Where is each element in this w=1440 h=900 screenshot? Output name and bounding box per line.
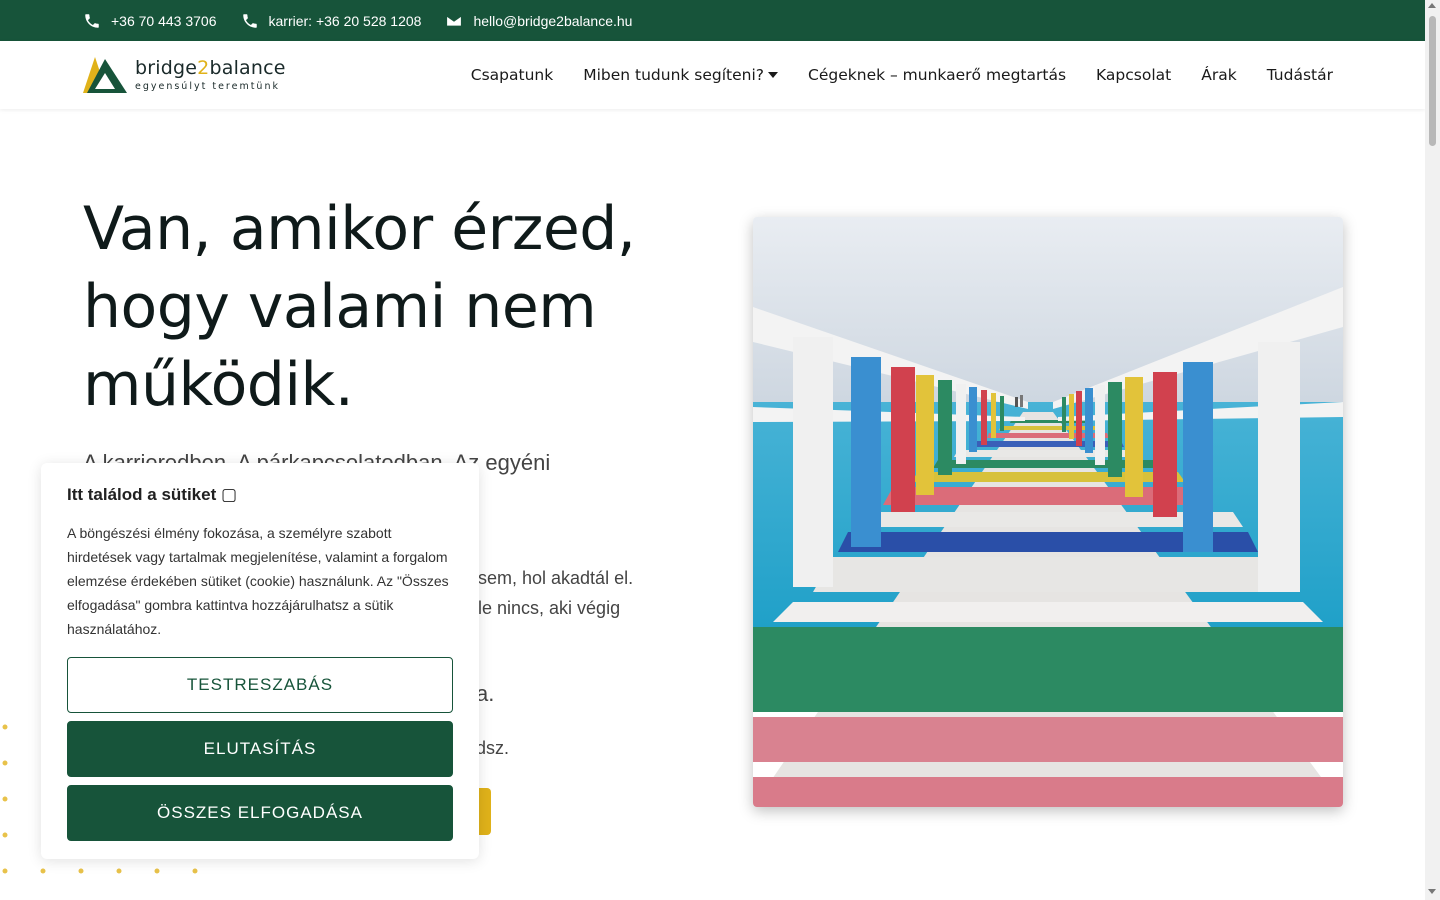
customize-button[interactable]: TESTRESZABÁS [67,657,453,713]
scroll-down-arrow-icon[interactable] [1428,889,1436,894]
scrollbar-thumb[interactable] [1429,16,1436,146]
chevron-down-icon [768,72,779,78]
email-address: hello@bridge2balance.hu [473,12,633,29]
main-nav: Csapatunk Miben tudunk segíteni? Cégekne… [441,41,1333,109]
nav-item-miben-tudunk-segiteni[interactable]: Miben tudunk segíteni? [583,66,779,84]
email-contact[interactable]: hello@bridge2balance.hu [445,12,632,30]
career-phone-contact[interactable]: karrier: +36 20 528 1208 [241,12,422,30]
accept-all-button[interactable]: ÖSSZES ELFOGADÁSA [67,785,453,841]
rainbow-pier-photo [753,217,1343,807]
envelope-icon [446,14,463,27]
career-phone-number: karrier: +36 20 528 1208 [268,12,422,29]
scroll-up-arrow-icon[interactable] [1428,3,1436,8]
nav-item-cegeknek[interactable]: Cégeknek – munkaerő megtartás [808,66,1066,84]
phone-icon [85,13,99,28]
cookie-description: A böngészési élmény fokozása, a személyr… [67,525,449,637]
reject-button[interactable]: ELUTASÍTÁS [67,721,453,777]
phone-icon [242,13,257,28]
phone-contact[interactable]: +36 70 443 3706 [83,12,217,30]
nav-item-kapcsolat[interactable]: Kapcsolat [1096,66,1171,84]
page-scrollbar[interactable] [1425,0,1440,900]
cookie-title: Itt találod a sütiket ▢ [67,485,238,504]
site-header: bridge2balance egyensúlyt teremtünk Csap… [0,41,1425,109]
topbar: +36 70 443 3706 karrier: +36 20 528 1208… [0,0,1425,41]
logo-name: bridge2balance [135,56,286,79]
cookie-icon: ▢ [220,485,238,504]
nav-item-csapatunk[interactable]: Csapatunk [471,66,553,84]
logo[interactable]: bridge2balance egyensúlyt teremtünk [83,55,286,95]
logo-tagline: egyensúlyt teremtünk [135,80,280,92]
hero-title: Van, amikor érzed, hogy valami nem működ… [83,194,636,420]
logo-icon [83,57,127,93]
cookie-consent-banner: Itt találod a sütiket ▢ A böngészési élm… [41,463,479,859]
nav-item-tudastar[interactable]: Tudástár [1267,66,1333,84]
phone-number: +36 70 443 3706 [111,12,217,29]
nav-item-arak[interactable]: Árak [1201,66,1236,84]
